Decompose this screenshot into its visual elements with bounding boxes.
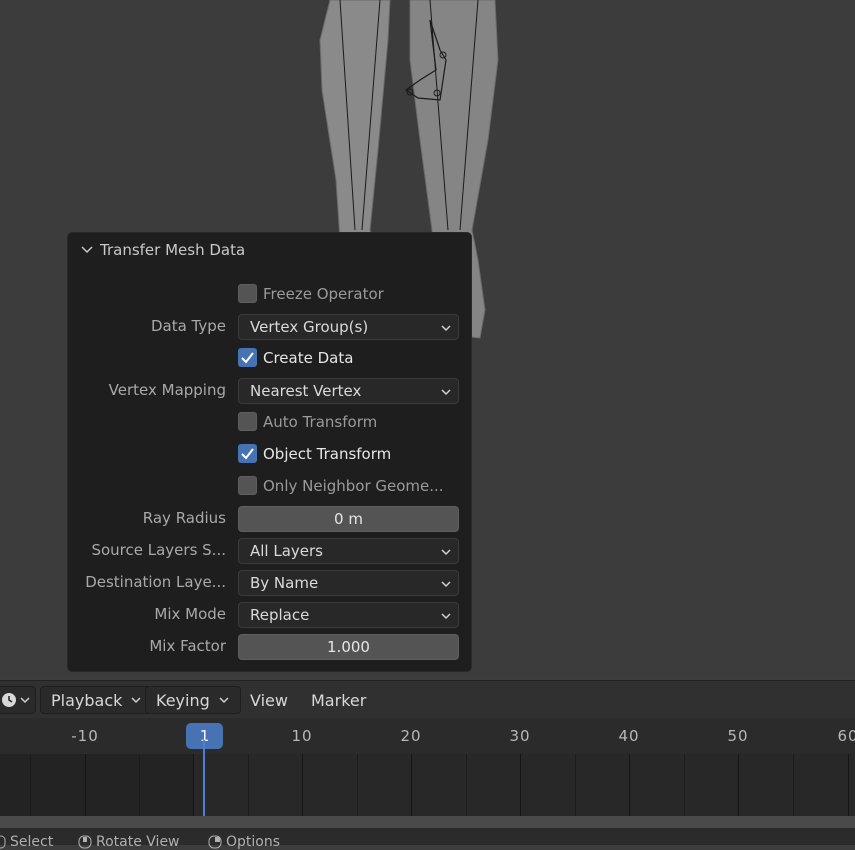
checkmark-icon (241, 352, 254, 364)
marker-menu-label: Marker (311, 690, 367, 710)
frame-tick: 30 (509, 727, 531, 745)
mix-factor-field[interactable]: 1.000 (238, 634, 459, 660)
status-rotate-view-label: Rotate View (96, 834, 180, 850)
mouse-middle-icon (78, 835, 92, 849)
chevron-down-icon (441, 325, 451, 332)
frame-tick: 10 (291, 727, 313, 745)
frame-tick: 50 (727, 727, 749, 745)
object-transform-row: Object Transform (68, 441, 471, 469)
vertex-mapping-label: Vertex Mapping (108, 381, 226, 399)
marker-menu[interactable]: Marker (301, 686, 376, 714)
clock-icon (2, 693, 16, 707)
create-data-checkbox[interactable] (238, 348, 257, 367)
ray-radius-value: 0 m (334, 510, 363, 528)
destination-layers-dropdown[interactable]: By Name (238, 570, 459, 596)
source-layers-value: All Layers (250, 542, 324, 560)
frame-tick: 60 (837, 727, 855, 745)
panel-title: Transfer Mesh Data (100, 241, 246, 259)
freeze-operator-row: Freeze Operator (68, 281, 471, 309)
view-menu-label: View (250, 690, 288, 710)
auto-transform-checkbox[interactable] (238, 412, 257, 431)
frame-tick: 20 (400, 727, 422, 745)
panel-header[interactable]: Transfer Mesh Data (80, 241, 245, 259)
vertex-mapping-row: Vertex Mapping Nearest Vertex (68, 377, 471, 405)
status-bar: Select Rotate View Options (0, 828, 855, 850)
mouse-right-icon (208, 835, 222, 849)
status-select: Select (0, 834, 53, 850)
ray-radius-row: Ray Radius 0 m (68, 505, 471, 533)
auto-transform-row: Auto Transform (68, 409, 471, 437)
chevron-down-icon (441, 549, 451, 556)
keying-menu[interactable]: Keying (145, 686, 241, 714)
source-layers-row: Source Layers S... All Layers (68, 537, 471, 565)
mix-mode-value: Replace (250, 606, 310, 624)
mix-mode-row: Mix Mode Replace (68, 601, 471, 629)
frame-ruler[interactable]: -10 10 20 30 40 50 60 1 (0, 718, 855, 754)
chevron-down-icon (219, 697, 229, 704)
ray-radius-label: Ray Radius (142, 509, 226, 527)
object-transform-checkbox[interactable] (238, 444, 257, 463)
editor-type-button[interactable] (0, 686, 36, 714)
destination-layers-value: By Name (250, 574, 319, 592)
only-neighbor-label: Only Neighbor Geome... (263, 477, 444, 495)
vertex-mapping-dropdown[interactable]: Nearest Vertex (238, 378, 459, 404)
object-transform-label: Object Transform (263, 445, 392, 463)
ray-radius-field[interactable]: 0 m (238, 506, 459, 532)
chevron-down-icon (441, 613, 451, 620)
freeze-operator-label: Freeze Operator (263, 285, 384, 303)
create-data-label: Create Data (263, 349, 354, 367)
freeze-operator-checkbox[interactable] (238, 284, 257, 303)
data-type-row: Data Type Vertex Group(s) (68, 313, 471, 341)
timeline-header: Playback Keying View Marker (0, 680, 855, 719)
status-options-label: Options (226, 834, 281, 850)
pre-range-shade (0, 754, 193, 816)
source-layers-label: Source Layers S... (91, 541, 226, 559)
chevron-down-icon (131, 697, 141, 704)
timeline-track-area[interactable] (0, 754, 855, 816)
mix-factor-row: Mix Factor 1.000 (68, 633, 471, 661)
view-menu[interactable]: View (240, 686, 298, 714)
only-neighbor-row: Only Neighbor Geome... (68, 473, 471, 501)
source-layers-dropdown[interactable]: All Layers (238, 538, 459, 564)
status-rotate-view: Rotate View (78, 834, 180, 850)
mouse-left-icon (0, 835, 6, 849)
frame-tick: 40 (618, 727, 640, 745)
status-options: Options (208, 834, 280, 850)
checkmark-icon (241, 448, 254, 460)
chevron-down-icon (441, 389, 451, 396)
destination-layers-row: Destination Laye... By Name (68, 569, 471, 597)
mix-mode-label: Mix Mode (154, 605, 226, 623)
transfer-mesh-data-panel: Transfer Mesh Data Freeze Operator Data … (67, 232, 472, 672)
chevron-down-icon (81, 246, 93, 254)
mix-factor-label: Mix Factor (149, 637, 226, 655)
data-type-label: Data Type (150, 317, 226, 335)
data-type-dropdown[interactable]: Vertex Group(s) (238, 314, 459, 340)
chevron-down-icon (441, 581, 451, 588)
vertex-mapping-value: Nearest Vertex (250, 382, 362, 400)
mix-mode-dropdown[interactable]: Replace (238, 602, 459, 628)
playback-menu-label: Playback (51, 690, 123, 710)
mix-factor-value: 1.000 (327, 638, 370, 656)
timeline-scrollbar[interactable] (0, 816, 855, 828)
status-select-label: Select (10, 834, 54, 850)
keying-menu-label: Keying (156, 690, 210, 710)
only-neighbor-checkbox[interactable] (238, 476, 257, 495)
destination-layers-label: Destination Laye... (85, 573, 226, 591)
playback-menu[interactable]: Playback (40, 686, 154, 714)
create-data-row: Create Data (68, 345, 471, 373)
chevron-down-icon (20, 697, 30, 704)
auto-transform-label: Auto Transform (263, 413, 378, 431)
frame-tick: -10 (71, 727, 99, 745)
data-type-value: Vertex Group(s) (250, 318, 369, 336)
